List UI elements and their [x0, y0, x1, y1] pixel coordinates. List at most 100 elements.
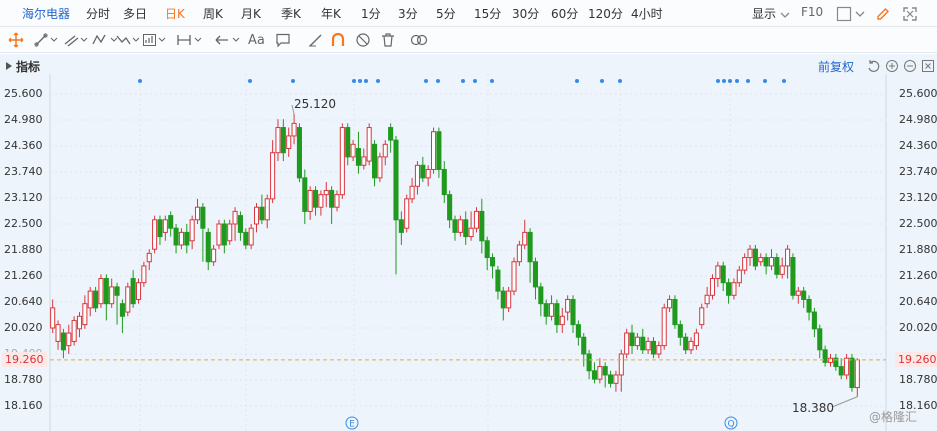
period-intraday[interactable]: 分时: [86, 5, 110, 22]
candle-up: [318, 194, 324, 208]
y-tick-right: 24.980: [899, 113, 937, 126]
candle-up: [473, 210, 479, 229]
period-weekly[interactable]: 周K: [203, 5, 223, 22]
hide-drawings-icon[interactable]: [355, 31, 371, 49]
candle-down: [371, 143, 378, 179]
period-4hour[interactable]: 4小时: [631, 5, 663, 22]
event-dot: [248, 79, 252, 83]
high-annotation: 25.120: [294, 97, 336, 111]
undo-icon[interactable]: [866, 59, 880, 76]
candle-up: [688, 340, 694, 351]
y-tick-left: 20.640: [4, 295, 43, 308]
text-tool[interactable]: Aa: [248, 31, 265, 49]
candle-up: [307, 189, 313, 212]
event-marker-q[interactable]: Q: [724, 416, 738, 431]
event-marker-e[interactable]: E: [345, 416, 359, 431]
candle-up: [516, 244, 522, 263]
candle-down: [398, 219, 404, 233]
candle-up: [731, 282, 737, 296]
candle-down: [312, 189, 319, 208]
candle-down: [683, 336, 689, 351]
y-tick-left: 24.980: [4, 113, 43, 126]
pencil-icon[interactable]: [875, 6, 891, 22]
checkbox-square-icon[interactable]: [836, 6, 852, 22]
event-dot: [618, 79, 622, 83]
link-circles-icon[interactable]: [410, 31, 428, 49]
magnet-icon[interactable]: [330, 31, 346, 49]
event-dot: [376, 79, 380, 83]
y-tick-right: 22.500: [899, 217, 937, 230]
y-tick-left: 23.120: [4, 191, 43, 204]
adjust-forward-button[interactable]: 前复权: [818, 58, 854, 75]
y-tick-left: 23.740: [4, 165, 43, 178]
period-quarterly[interactable]: 季K: [281, 5, 301, 22]
display-label: 显示: [752, 7, 777, 21]
candle-down: [420, 164, 426, 179]
period-60min[interactable]: 60分: [551, 5, 578, 22]
candle-down: [543, 303, 549, 317]
period-yearly[interactable]: 年K: [321, 5, 341, 22]
candle-up: [227, 223, 233, 242]
candle-down: [849, 357, 855, 389]
candle-down: [527, 231, 533, 263]
candle-up: [87, 290, 93, 309]
comment-icon[interactable]: [275, 31, 291, 49]
candle-up: [661, 307, 667, 347]
candle-down: [393, 139, 399, 221]
candlestick-plot[interactable]: [0, 54, 937, 431]
candle-up: [125, 286, 131, 313]
period-3min[interactable]: 3分: [398, 5, 418, 22]
candle-up: [844, 357, 850, 376]
stock-name[interactable]: 海尔电器: [22, 5, 70, 22]
candle-up: [667, 298, 673, 309]
candle-up: [291, 122, 297, 137]
candle-up: [162, 219, 168, 233]
crosshair-move-icon[interactable]: [8, 31, 24, 49]
event-dot: [461, 79, 465, 83]
f10-button[interactable]: F10: [801, 5, 823, 19]
y-tick-left: 21.260: [4, 269, 43, 282]
display-menu[interactable]: 显示: [752, 5, 790, 22]
candle-down: [173, 227, 179, 246]
candle-up: [152, 219, 158, 250]
line-segment-tool-icon[interactable]: [34, 31, 60, 49]
close-panel-icon[interactable]: [921, 59, 935, 76]
candle-up: [457, 219, 463, 233]
channel-tool-icon[interactable]: [64, 31, 90, 49]
candle-down: [463, 219, 469, 238]
candle-down: [302, 177, 308, 212]
period-toolbar: 海尔电器 分时 多日 日K 周K 月K 季K 年K 1分 3分 5分 15分 3…: [0, 0, 937, 27]
period-15min[interactable]: 15分: [474, 5, 501, 22]
candle-up: [98, 278, 104, 305]
period-30min[interactable]: 30分: [512, 5, 539, 22]
fibonacci-tool-icon[interactable]: [142, 31, 168, 49]
candle-up: [232, 210, 238, 225]
low-leader-line: [831, 396, 858, 408]
period-120min[interactable]: 120分: [588, 5, 623, 22]
candle-up: [339, 127, 345, 196]
period-monthly[interactable]: 月K: [241, 5, 261, 22]
kline-chart[interactable]: 指标 前复权 25.600 24.980 24.360 23.740 23.12…: [0, 54, 937, 431]
range-measure-icon[interactable]: [176, 31, 204, 49]
y-tick-left: 20.020: [4, 321, 43, 334]
candle-up: [189, 219, 195, 242]
period-daily[interactable]: 日K: [165, 5, 185, 22]
eraser-line-icon[interactable]: [308, 31, 324, 49]
y-tick-right: 23.120: [899, 191, 937, 204]
indicator-menu[interactable]: 指标: [16, 58, 40, 75]
trash-icon[interactable]: [380, 31, 396, 49]
period-5min[interactable]: 5分: [436, 5, 456, 22]
candle-down: [388, 127, 394, 141]
fullscreen-icon[interactable]: [902, 6, 918, 22]
chevron-down-icon[interactable]: [855, 8, 871, 24]
candle-down: [602, 366, 608, 376]
arrow-left-tool-icon[interactable]: [214, 31, 242, 49]
period-1min[interactable]: 1分: [361, 5, 381, 22]
event-dot: [364, 79, 368, 83]
zoom-in-icon[interactable]: [885, 59, 899, 76]
period-multi-day[interactable]: 多日: [123, 5, 147, 22]
zoom-out-icon[interactable]: [903, 59, 917, 76]
candle-down: [806, 298, 812, 313]
candle-up: [323, 189, 329, 196]
polyline-tool-icon[interactable]: [116, 31, 142, 49]
